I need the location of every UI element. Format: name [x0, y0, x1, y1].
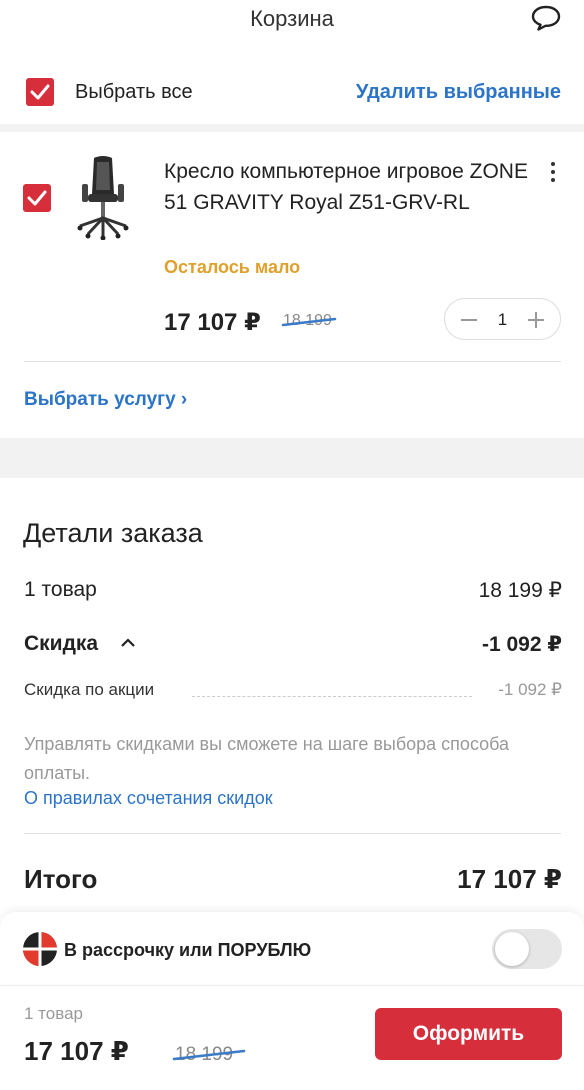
quantity-stepper: 1	[444, 298, 561, 340]
item-checkbox[interactable]	[23, 184, 51, 212]
promo-value: -1 092 ₽	[498, 680, 562, 699]
chevron-up-icon[interactable]	[120, 636, 136, 650]
more-vertical-icon[interactable]	[546, 160, 560, 184]
porublyu-logo-icon	[23, 932, 57, 966]
item-price: 17 107 ₽	[164, 309, 261, 336]
total-value: 17 107 ₽	[457, 864, 562, 894]
header: Корзина	[0, 0, 584, 36]
select-all-label[interactable]: Выбрать все	[75, 81, 193, 104]
toggle-knob	[495, 932, 529, 966]
goods-label: 1 товар	[24, 578, 97, 601]
divider	[24, 361, 561, 362]
order-details-title: Детали заказа	[23, 518, 203, 548]
promo-label: Скидка по акции	[24, 680, 155, 699]
strikethrough-icon	[172, 1049, 246, 1061]
plus-icon[interactable]	[525, 309, 547, 331]
order-details: Детали заказа 1 товар 18 199 ₽ Скидка -1…	[0, 478, 584, 918]
page-title: Корзина	[250, 6, 334, 31]
delete-selected-button[interactable]: Удалить выбранные	[356, 81, 561, 104]
cart-item: Кресло компьютерное игровое ZONE 51 GRAV…	[0, 132, 584, 438]
dotted-leader	[192, 696, 472, 697]
checkout-total: 17 107 ₽	[24, 1036, 129, 1066]
section-separator	[0, 438, 584, 478]
item-old-price: 18 199	[281, 312, 337, 330]
divider	[0, 124, 584, 132]
select-all-row: Выбрать все Удалить выбранные	[0, 64, 584, 120]
chat-bubble-icon[interactable]	[530, 4, 562, 32]
divider	[24, 833, 561, 834]
goods-value: 18 199 ₽	[478, 579, 562, 602]
checkout-old-price: 18 199	[172, 1044, 246, 1066]
installment-toggle[interactable]	[492, 929, 562, 969]
stock-status: Осталось мало	[164, 257, 301, 277]
installment-row: В рассрочку или ПОРУБЛЮ	[0, 912, 584, 984]
total-label: Итого	[24, 864, 98, 894]
discount-note: Управлять скидками вы сможете на шаге вы…	[24, 734, 510, 783]
checkmark-icon	[30, 84, 50, 100]
checkout-bar: 1 товар 17 107 ₽ 18 199 Оформить	[0, 985, 584, 1090]
product-image[interactable]	[74, 154, 132, 240]
discount-value: -1 092 ₽	[482, 633, 562, 656]
checkout-count: 1 товар	[24, 1004, 83, 1023]
checkmark-icon	[27, 190, 47, 206]
checkout-button[interactable]: Оформить	[375, 1008, 562, 1060]
discount-rules-link[interactable]: О правилах сочетания скидок	[24, 788, 273, 809]
product-name[interactable]: Кресло компьютерное игровое ZONE 51 GRAV…	[164, 156, 534, 218]
select-service-link[interactable]: Выбрать услугу ›	[24, 389, 187, 411]
strikethrough-icon	[281, 317, 337, 327]
installment-label: В рассрочку или ПОРУБЛЮ	[64, 940, 312, 960]
select-all-checkbox[interactable]	[26, 78, 54, 106]
discount-label[interactable]: Скидка	[24, 632, 98, 656]
